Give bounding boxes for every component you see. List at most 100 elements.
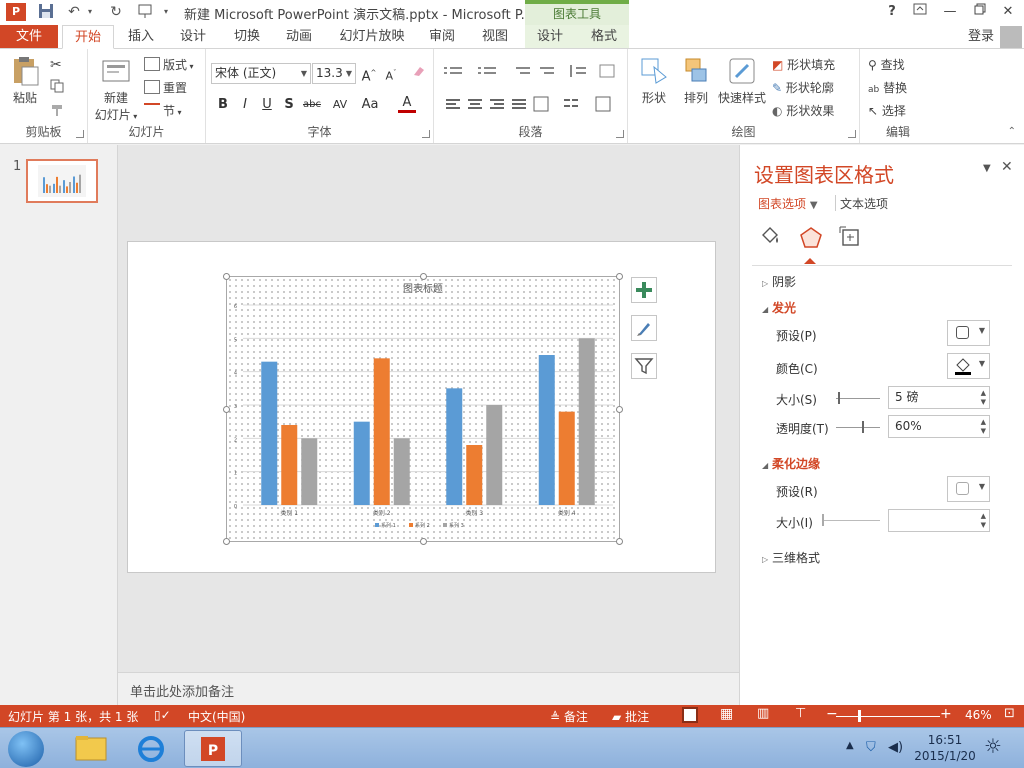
slider-thumb[interactable] (822, 514, 824, 526)
chart-bar[interactable] (446, 388, 463, 505)
resize-handle[interactable] (420, 273, 427, 280)
change-case-button[interactable]: Aa (358, 95, 382, 115)
spin-down-icon[interactable]: ▼ (981, 427, 986, 435)
format-painter-button[interactable] (50, 103, 66, 123)
show-hidden-icons-icon[interactable]: ▲ (846, 740, 854, 751)
taskbar-clock[interactable]: 16:51 2015/1/20 (910, 732, 980, 764)
save-icon[interactable] (36, 3, 56, 21)
underline-button[interactable]: U (258, 95, 276, 115)
start-from-beginning-icon[interactable] (136, 3, 156, 21)
slideshow-icon[interactable]: ⊤ (795, 706, 806, 721)
chart-area[interactable]: 图表标题 0 1 2 3 4 5 6 类别 1 类别 2 类别 3 类别 4 系列 1 系列 2 系列… (223, 273, 623, 545)
chart-bar[interactable] (281, 425, 298, 505)
bar-chart[interactable]: 图表标题 0 1 2 3 4 5 6 类别 1 类别 2 类别 3 类别 4 系列 1 系列 2 系列… (227, 277, 619, 541)
spin-down-icon[interactable]: ▼ (981, 398, 986, 406)
shadow-button[interactable]: S (280, 95, 298, 115)
notes-pane[interactable]: 单击此处添加备注 (118, 672, 739, 705)
collapse-ribbon-icon[interactable]: ⌃ (1008, 126, 1016, 137)
tab-review[interactable]: 审阅 (420, 25, 464, 49)
help-icon[interactable]: ? (880, 3, 904, 21)
tab-home[interactable]: 开始 (62, 25, 114, 49)
spin-up-icon[interactable]: ▲ (981, 512, 986, 520)
glow-transparency-input[interactable]: 60% ▲ ▼ (888, 415, 990, 438)
shrink-font-button[interactable]: Aˇ (382, 63, 400, 83)
bold-button[interactable]: B (214, 95, 232, 115)
chart-bar[interactable] (301, 438, 318, 505)
zoom-out-icon[interactable]: − (826, 706, 838, 722)
find-button[interactable]: ⚲ 查找 (868, 55, 905, 75)
font-launcher-icon[interactable] (422, 130, 430, 138)
glow-preset-picker[interactable]: ▼ (947, 320, 990, 346)
resize-handle[interactable] (616, 273, 623, 280)
size-properties-icon[interactable] (838, 225, 862, 252)
fill-line-icon[interactable] (758, 225, 782, 252)
shape-effects-button[interactable]: ◐ 形状效果 (772, 101, 834, 121)
close-icon[interactable]: ✕ (996, 3, 1020, 21)
spin-up-icon[interactable]: ▲ (981, 418, 986, 426)
paste-button[interactable]: 粘贴 (6, 55, 44, 106)
resize-handle[interactable] (420, 538, 427, 545)
restore-icon[interactable] (968, 3, 992, 21)
chart-bar[interactable] (261, 361, 278, 505)
chart-bar[interactable] (393, 438, 410, 505)
sign-in-link[interactable]: 登录 (968, 25, 994, 49)
chart-title[interactable]: 图表标题 (403, 282, 443, 295)
tab-chart-design[interactable]: 设计 (530, 25, 570, 49)
paragraph-launcher-icon[interactable] (616, 130, 624, 138)
strikethrough-button[interactable]: abc (300, 95, 324, 115)
zoom-slider-thumb[interactable] (858, 710, 861, 722)
tab-transitions[interactable]: 切换 (224, 25, 270, 49)
shape-outline-button[interactable]: ✎ 形状轮廓 (772, 78, 834, 98)
font-color-button[interactable]: A (398, 95, 416, 113)
grow-font-button[interactable]: A^ (360, 63, 378, 84)
slide-thumbnail[interactable] (26, 159, 98, 203)
cut-button[interactable]: ✂ (50, 55, 62, 75)
section-3d-format[interactable]: ▷ 三维格式 (762, 549, 820, 566)
replace-button[interactable]: ab 替换 (868, 78, 907, 98)
comments-toggle-button[interactable]: ▰ 批注 (612, 708, 649, 725)
pane-options-icon[interactable]: ▼ (983, 163, 991, 174)
chart-styles-button[interactable] (631, 315, 657, 341)
volume-icon[interactable]: ◀) (888, 740, 903, 755)
soft-preset-picker[interactable]: ▼ (947, 476, 990, 502)
new-slide-button[interactable]: 新建 幻灯片 ▾ (92, 55, 140, 123)
slide-sorter-icon[interactable]: ▦ (720, 706, 733, 722)
shapes-button[interactable]: 形状 (634, 55, 674, 106)
glow-color-picker[interactable]: ▼ (947, 353, 990, 379)
resize-handle[interactable] (616, 406, 623, 413)
reading-view-icon[interactable]: ▥ (757, 706, 769, 721)
chart-bar[interactable] (486, 405, 503, 505)
layout-button[interactable]: 版式 ▾ (144, 55, 194, 75)
start-button-icon[interactable] (8, 731, 44, 767)
fit-slide-icon[interactable]: ⊡ (1004, 706, 1015, 721)
avatar[interactable] (1000, 26, 1022, 48)
slide-canvas[interactable]: 图表标题 0 1 2 3 4 5 6 类别 1 类别 2 类别 3 类别 4 系列 1 系列 2 系列… (127, 241, 716, 573)
tab-slideshow[interactable]: 幻灯片放映 (334, 25, 410, 49)
resize-handle[interactable] (223, 406, 230, 413)
clipboard-launcher-icon[interactable] (76, 130, 84, 138)
undo-dropdown-icon[interactable]: ▾ (84, 3, 96, 21)
tab-animations[interactable]: 动画 (276, 25, 322, 49)
chart-elements-button[interactable] (631, 277, 657, 303)
chart-bar[interactable] (558, 411, 575, 505)
minimize-icon[interactable]: — (938, 3, 962, 21)
brightness-icon[interactable]: ☼ (984, 734, 1002, 758)
resize-handle[interactable] (223, 273, 230, 280)
resize-handle[interactable] (616, 538, 623, 545)
font-size-combo[interactable]: 13.3 ▼ (312, 63, 356, 84)
chart-bar[interactable] (578, 338, 595, 505)
customize-qat-icon[interactable]: ▾ (160, 3, 172, 21)
chart-bar[interactable] (353, 421, 370, 505)
drawing-launcher-icon[interactable] (848, 130, 856, 138)
char-spacing-button[interactable]: AV (328, 95, 352, 115)
tab-text-options[interactable]: 文本选项 (840, 195, 888, 212)
glow-transparency-slider[interactable] (836, 421, 880, 433)
section-button[interactable]: 节 ▾ (144, 101, 182, 121)
chart-bar[interactable] (466, 445, 483, 505)
tab-design[interactable]: 设计 (170, 25, 216, 49)
slider-thumb[interactable] (862, 421, 864, 433)
zoom-level[interactable]: 46% (965, 708, 992, 722)
slider-thumb[interactable] (838, 392, 840, 404)
taskbar-ie[interactable] (122, 730, 180, 767)
chart-bar[interactable] (373, 358, 390, 505)
